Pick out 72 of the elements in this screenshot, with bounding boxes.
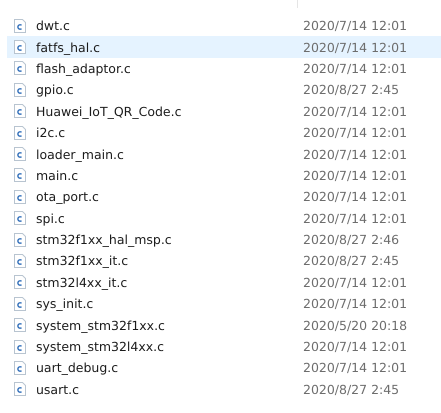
- c-file-icon: [14, 340, 26, 354]
- c-file-icon: [14, 61, 26, 76]
- file-date: 2020/7/14 12:01: [303, 360, 408, 376]
- file-row[interactable]: flash_adaptor.c 2020/7/14 12:01: [7, 58, 441, 80]
- file-name: main.c: [36, 168, 80, 183]
- file-name: loader_main.c: [36, 146, 125, 162]
- file-name: ota_port.c: [36, 189, 100, 204]
- c-file-icon: [14, 104, 26, 118]
- file-name: system_stm32l4xx.c: [36, 339, 166, 354]
- file-row[interactable]: spi.c 2020/7/14 12:01: [7, 208, 441, 229]
- file-row[interactable]: sys_init.c 2020/7/14 12:01: [7, 293, 441, 314]
- file-name: stm32l4xx_it.c: [36, 274, 128, 290]
- file-row[interactable]: stm32f1xx_hal_msp.c 2020/8/27 2:46: [7, 228, 441, 250]
- c-file-icon: [14, 126, 26, 140]
- file-row[interactable]: ota_port.c 2020/7/14 12:01: [7, 186, 441, 208]
- c-file-icon: [14, 211, 26, 226]
- file-row[interactable]: main.c 2020/7/14 12:01: [7, 164, 441, 186]
- file-date: 2020/8/27 2:45: [303, 253, 400, 268]
- c-file-icon: [14, 360, 26, 375]
- c-file-icon: [14, 18, 26, 33]
- file-date: 2020/5/20 20:18: [303, 318, 408, 333]
- file-row[interactable]: stm32f1xx_it.c 2020/8/27 2:45: [7, 250, 441, 272]
- c-file-icon: [14, 254, 26, 268]
- file-row[interactable]: Huawei_IoT_QR_Code.c 2020/7/14 12:01: [7, 100, 441, 122]
- file-row[interactable]: i2c.c 2020/7/14 12:01: [7, 122, 441, 144]
- file-date: 2020/7/14 12:01: [303, 339, 408, 354]
- c-file-icon: [14, 40, 26, 54]
- file-row[interactable]: fatfs_hal.c 2020/7/14 12:01: [7, 36, 441, 58]
- file-date: 2020/7/14 12:01: [303, 146, 408, 162]
- c-file-icon: [14, 168, 26, 182]
- file-date: 2020/7/14 12:01: [303, 125, 408, 140]
- file-name: stm32f1xx_it.c: [36, 253, 130, 268]
- c-file-icon: [14, 232, 26, 247]
- file-name: fatfs_hal.c: [36, 40, 102, 55]
- c-file-icon: [14, 296, 26, 311]
- file-row[interactable]: stm32l4xx_it.c 2020/7/14 12:01: [7, 272, 441, 294]
- file-row[interactable]: uart_debug.c 2020/7/14 12:01: [7, 357, 441, 379]
- file-name: uart_debug.c: [36, 360, 120, 376]
- file-date: 2020/7/14 12:01: [303, 274, 408, 290]
- file-date: 2020/7/14 12:01: [303, 168, 408, 183]
- file-date: 2020/7/14 12:01: [303, 18, 408, 34]
- c-file-icon: [14, 318, 26, 332]
- file-date: 2020/8/27 2:45: [303, 382, 400, 397]
- file-date: 2020/8/27 2:45: [303, 82, 400, 98]
- file-row[interactable]: system_stm32l4xx.c 2020/7/14 12:01: [7, 336, 441, 358]
- c-file-icon: [14, 147, 26, 162]
- file-row[interactable]: system_stm32f1xx.c 2020/5/20 20:18: [7, 314, 441, 336]
- file-date: 2020/7/14 12:01: [303, 104, 408, 119]
- file-name: i2c.c: [36, 125, 66, 140]
- file-date: 2020/7/14 12:01: [303, 60, 408, 76]
- c-file-icon: [14, 275, 26, 290]
- file-row[interactable]: usart.c 2020/8/27 2:45: [7, 378, 441, 400]
- file-date: 2020/7/14 12:01: [303, 210, 408, 226]
- file-row[interactable]: loader_main.c 2020/7/14 12:01: [7, 143, 441, 165]
- file-date: 2020/7/14 12:01: [303, 40, 408, 55]
- file-date: 2020/7/14 12:01: [303, 189, 408, 204]
- file-date: 2020/8/27 2:46: [303, 232, 400, 248]
- c-file-icon: [14, 190, 26, 204]
- file-name: dwt.c: [36, 18, 71, 34]
- c-file-icon: [14, 82, 26, 97]
- file-row[interactable]: gpio.c 2020/8/27 2:45: [7, 79, 441, 101]
- file-name: flash_adaptor.c: [36, 60, 132, 76]
- file-row[interactable]: dwt.c 2020/7/14 12:01: [7, 15, 441, 36]
- c-file-icon: [14, 382, 26, 396]
- file-name: Huawei_IoT_QR_Code.c: [36, 104, 182, 119]
- file-name: system_stm32f1xx.c: [36, 318, 166, 333]
- file-name: usart.c: [36, 382, 80, 397]
- file-name: spi.c: [36, 210, 66, 226]
- file-name: sys_init.c: [36, 296, 94, 312]
- file-name: gpio.c: [36, 82, 75, 98]
- file-date: 2020/7/14 12:01: [303, 296, 408, 312]
- file-name: stm32f1xx_hal_msp.c: [36, 232, 173, 248]
